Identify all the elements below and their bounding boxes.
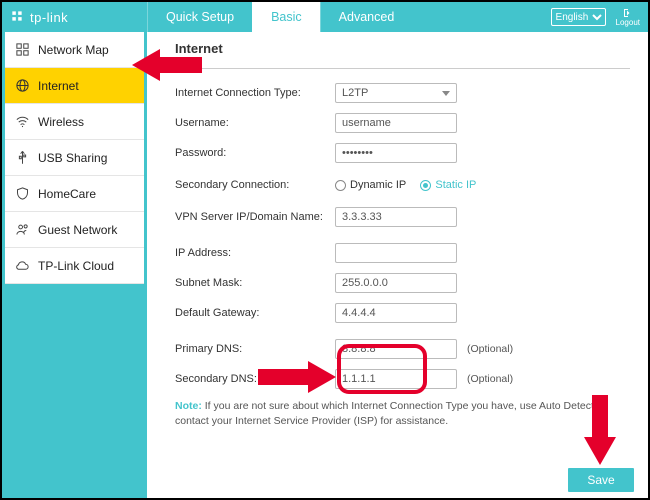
- cloud-icon: [15, 258, 30, 273]
- sidebar-item-label: Guest Network: [38, 223, 117, 237]
- brand-logo-icon: [10, 9, 24, 26]
- ip-address-input[interactable]: [335, 243, 457, 263]
- conn-type-value: L2TP: [342, 87, 368, 99]
- sidebar-item-label: Internet: [38, 79, 79, 93]
- sidebar-wrap: Network Map Internet Wireless USB Sharin…: [2, 32, 147, 498]
- top-right: English Logout: [551, 2, 648, 32]
- label-subnet: Subnet Mask:: [175, 277, 335, 289]
- language-select[interactable]: English: [551, 8, 606, 26]
- username-input[interactable]: [335, 113, 457, 133]
- brand: tp-link: [2, 2, 147, 32]
- optional-text: (Optional): [467, 343, 513, 355]
- sidebar-item-homecare[interactable]: HomeCare: [5, 176, 144, 212]
- radio-dynamic-ip[interactable]: [335, 180, 346, 191]
- logout-label: Logout: [616, 19, 640, 27]
- label-primary-dns: Primary DNS:: [175, 343, 335, 355]
- annotation-arrow-dns: [258, 357, 336, 402]
- sidebar-item-label: HomeCare: [38, 187, 96, 201]
- note-text: If you are not sure about which Internet…: [175, 400, 606, 427]
- password-input[interactable]: [335, 143, 457, 163]
- vpn-server-input[interactable]: [335, 207, 457, 227]
- globe-icon: [15, 78, 30, 93]
- sidebar-item-guest-network[interactable]: Guest Network: [5, 212, 144, 248]
- label-ip: IP Address:: [175, 247, 335, 259]
- label-vpn: VPN Server IP/Domain Name:: [175, 211, 335, 223]
- optional-text: (Optional): [467, 373, 513, 385]
- radio-static-ip[interactable]: [420, 180, 431, 191]
- label-username: Username:: [175, 117, 335, 129]
- top-bar: tp-link Quick Setup Basic Advanced Engli…: [2, 2, 648, 32]
- content: Internet Internet Connection Type: L2TP …: [147, 32, 648, 498]
- radio-label-static: Static IP: [435, 179, 476, 191]
- usb-icon: [15, 150, 30, 165]
- shield-icon: [15, 186, 30, 201]
- sidebar-item-label: USB Sharing: [38, 151, 107, 165]
- note: Note: If you are not sure about which In…: [175, 399, 630, 428]
- connection-type-select[interactable]: L2TP: [335, 83, 457, 103]
- note-label: Note:: [175, 400, 202, 412]
- divider: [175, 68, 630, 69]
- sidebar-item-network-map[interactable]: Network Map: [5, 32, 144, 68]
- sidebar-item-label: TP-Link Cloud: [38, 259, 114, 273]
- save-button[interactable]: Save: [568, 468, 634, 492]
- default-gateway-input[interactable]: [335, 303, 457, 323]
- guest-icon: [15, 222, 30, 237]
- label-password: Password:: [175, 147, 335, 159]
- network-map-icon: [15, 42, 30, 57]
- logout-button[interactable]: Logout: [616, 7, 640, 27]
- chevron-down-icon: [442, 91, 450, 96]
- label-secondary: Secondary Connection:: [175, 179, 335, 191]
- tab-advanced[interactable]: Advanced: [320, 2, 413, 32]
- wifi-icon: [15, 114, 30, 129]
- sidebar-item-label: Network Map: [38, 43, 109, 57]
- brand-text: tp-link: [30, 10, 68, 25]
- sidebar-item-label: Wireless: [38, 115, 84, 129]
- tab-basic[interactable]: Basic: [252, 2, 320, 32]
- tabs: Quick Setup Basic Advanced: [147, 2, 412, 32]
- label-gateway: Default Gateway:: [175, 307, 335, 319]
- annotation-arrow-internet: [132, 45, 202, 90]
- sidebar-item-wireless[interactable]: Wireless: [5, 104, 144, 140]
- sidebar: Network Map Internet Wireless USB Sharin…: [5, 32, 144, 284]
- sidebar-item-usb-sharing[interactable]: USB Sharing: [5, 140, 144, 176]
- subnet-mask-input[interactable]: [335, 273, 457, 293]
- radio-label-dynamic: Dynamic IP: [350, 179, 406, 191]
- sidebar-item-internet[interactable]: Internet: [5, 68, 144, 104]
- annotation-dns-highlight: [337, 344, 427, 394]
- annotation-arrow-save: [580, 395, 620, 470]
- sidebar-item-tplink-cloud[interactable]: TP-Link Cloud: [5, 248, 144, 284]
- tab-quick-setup[interactable]: Quick Setup: [147, 2, 252, 32]
